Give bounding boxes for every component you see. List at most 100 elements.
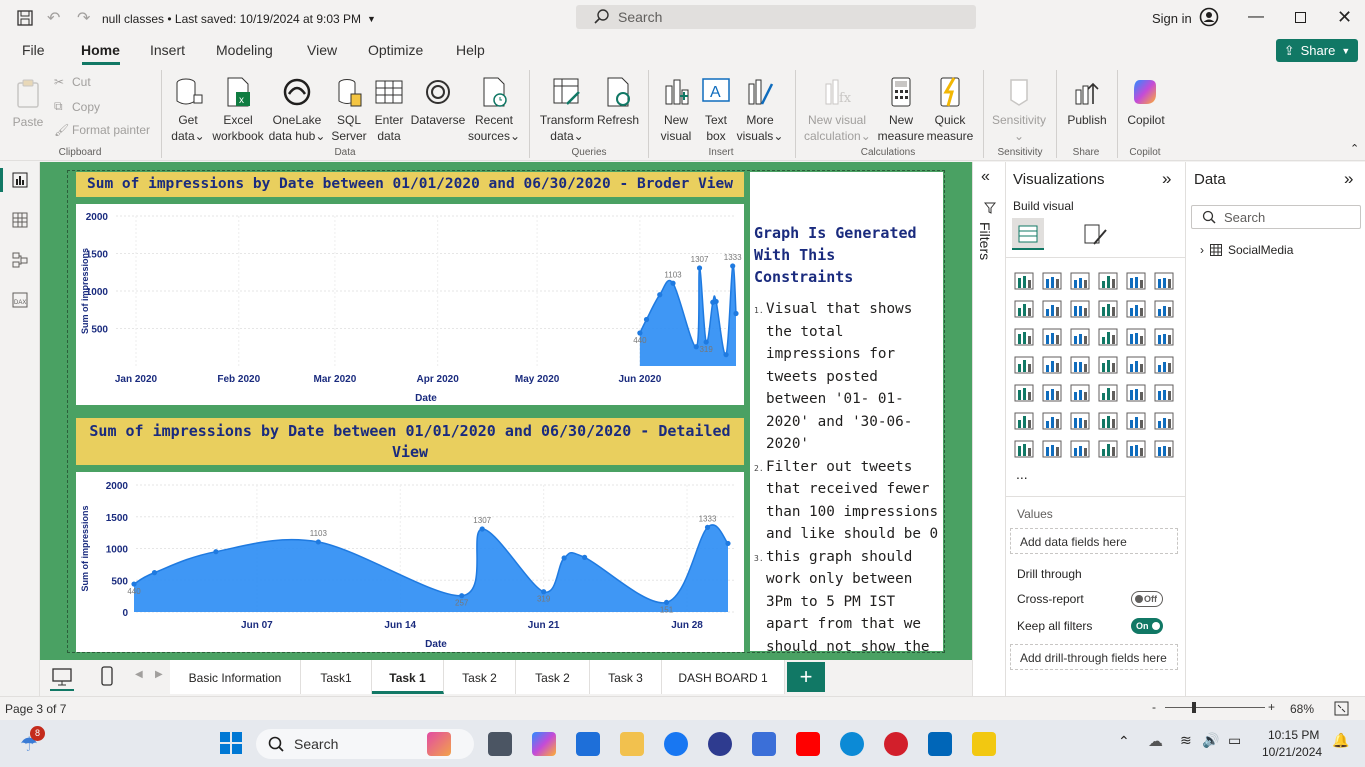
tab-scroll-left-icon[interactable]: ◀ [135,669,143,680]
stacked-col-icon[interactable] [1126,272,1146,290]
reader-app-icon[interactable] [752,732,776,756]
file-explorer-icon[interactable] [620,732,644,756]
copilot-button[interactable]: Copilot [1124,76,1168,128]
mobile-layout-icon[interactable] [101,666,113,686]
collapse-data-icon[interactable]: » [1344,169,1353,189]
add-page-button[interactable]: + [787,662,825,692]
copy-button[interactable]: ⧉ Copy [54,99,100,114]
more-visuals-button[interactable]: More visuals⌄ [736,76,784,144]
stacked-bar-icon[interactable] [1014,272,1034,290]
table-view-icon[interactable] [12,212,28,228]
keep-filters-toggle[interactable]: On [1131,618,1163,634]
dataverse-button[interactable]: Dataverse [410,76,466,128]
treemap-icon[interactable] [1014,356,1034,374]
battery-icon[interactable]: ▭ [1228,732,1241,749]
vscode-icon[interactable] [928,732,952,756]
account-icon[interactable] [1199,7,1219,27]
cloud-icon[interactable]: ☁ [1148,732,1163,750]
tab-task-3[interactable]: Task 3 [590,660,662,694]
volume-icon[interactable]: 🔊 [1202,732,1219,749]
collapse-ribbon-icon[interactable]: ⌃ [1350,142,1359,155]
title-search[interactable]: Search [576,5,976,29]
kpi-icon[interactable] [1042,384,1062,402]
matrix-icon[interactable] [1126,384,1146,402]
quick-measure-button[interactable]: Quick measure [926,76,974,144]
ai-visual-icon[interactable] [1070,440,1090,458]
python-visual-icon[interactable] [1014,412,1034,430]
more-visuals-ellipsis[interactable]: ... [1016,466,1028,482]
maximize-icon[interactable] [1295,12,1306,23]
ribbon-icon[interactable] [1098,300,1118,318]
chart1-card[interactable]: Sum of impressions 2000 1500 1000 500 Jan 202… [76,204,744,405]
card-icon[interactable] [1154,356,1174,374]
tray-chevron-icon[interactable]: ⌃ [1118,733,1130,750]
format-painter-button[interactable]: 🖌 Format painter [54,123,150,137]
publish-button[interactable]: Publish [1064,76,1110,128]
values-well[interactable]: Add data fields here [1010,528,1178,554]
windows-start-icon[interactable] [220,732,242,754]
funnel-line-icon[interactable] [1154,300,1174,318]
sql-server-button[interactable]: SQL Server [330,76,368,144]
drill-through-well[interactable]: Add drill-through fields here [1010,644,1178,670]
key-influencers-icon[interactable] [1042,412,1062,430]
waterfall-icon[interactable] [1126,300,1146,318]
cross-report-toggle[interactable]: Off [1131,591,1163,607]
notification-bell-icon[interactable]: 🔔 [1332,732,1349,749]
zoom-out-icon[interactable]: - [1152,700,1156,714]
chart2-card[interactable]: Sum of impressions 2000 1500 1000 500 0 Jun 07… [76,472,744,652]
close-icon[interactable]: ✕ [1337,7,1352,28]
filled-map-icon[interactable] [1070,356,1090,374]
menu-optimize[interactable]: Optimize [368,42,423,58]
data-search-input[interactable]: Search [1191,205,1361,229]
build-visual-tab[interactable] [1012,218,1044,250]
stacked-area-icon[interactable] [1070,300,1090,318]
minimize-icon[interactable]: — [1248,8,1264,26]
table-socialmedia[interactable]: › SocialMedia [1200,243,1293,257]
fit-to-page-icon[interactable] [1334,701,1349,716]
new-visual-button[interactable]: New visual [656,76,696,144]
get-data-button[interactable]: Get data⌄ [168,76,208,144]
cut-button[interactable]: ✂ Cut [54,75,91,89]
unstop-icon[interactable] [708,732,732,756]
transform-data-button[interactable]: Transform data⌄ [538,76,596,144]
copilot-taskbar-icon[interactable] [532,732,556,756]
line-col-icon[interactable] [1014,328,1034,346]
new-visual-calculation-button[interactable]: fx New visual calculation⌄ [804,76,871,144]
zoom-slider-thumb[interactable] [1192,702,1196,713]
redo-icon[interactable]: ↷ [77,8,90,28]
collapse-right-icon[interactable]: » [1162,169,1171,189]
narrative-icon[interactable] [1126,412,1146,430]
expand-left-icon[interactable]: « [981,168,990,186]
new-measure-button[interactable]: New measure [876,76,926,144]
area-icon[interactable] [1042,300,1062,318]
clustered-col-icon[interactable] [1098,272,1118,290]
recent-sources-button[interactable]: Recent sources⌄ [466,76,522,144]
paint-app-icon[interactable] [427,732,451,756]
model-view-icon[interactable] [12,252,28,268]
table-icon[interactable] [1098,384,1118,402]
tab-basic-information[interactable]: Basic Information [170,660,301,694]
text-box-button[interactable]: A Text box [698,76,734,144]
menu-modeling[interactable]: Modeling [216,42,273,58]
scatter-icon[interactable] [1098,328,1118,346]
r-visual-icon[interactable] [1154,384,1174,402]
menu-file[interactable]: File [22,42,45,58]
new-card-icon[interactable] [1042,440,1062,458]
store-icon[interactable] [576,732,600,756]
share-button[interactable]: ⇪ Share ▼ [1276,39,1358,62]
azure-map-icon[interactable] [1098,356,1118,374]
arcgis-icon[interactable] [1098,440,1118,458]
funnel-icon[interactable] [1070,328,1090,346]
gauge-icon[interactable] [1126,356,1146,374]
menu-view[interactable]: View [307,42,337,58]
constraints-textbox[interactable]: Graph Is Generated With This Constraints… [750,172,943,677]
facebook-icon[interactable] [664,732,688,756]
tab-task-2[interactable]: Task 2 [444,660,516,694]
sensitivity-button[interactable]: Sensitivity ⌄ [990,76,1048,144]
line-icon[interactable] [1014,300,1034,318]
donut-icon[interactable] [1154,328,1174,346]
power-automate-icon[interactable] [1126,440,1146,458]
caret-down-icon[interactable]: ▼ [367,14,376,24]
paginated-icon[interactable] [1154,412,1174,430]
enter-data-button[interactable]: Enter data [371,76,407,144]
